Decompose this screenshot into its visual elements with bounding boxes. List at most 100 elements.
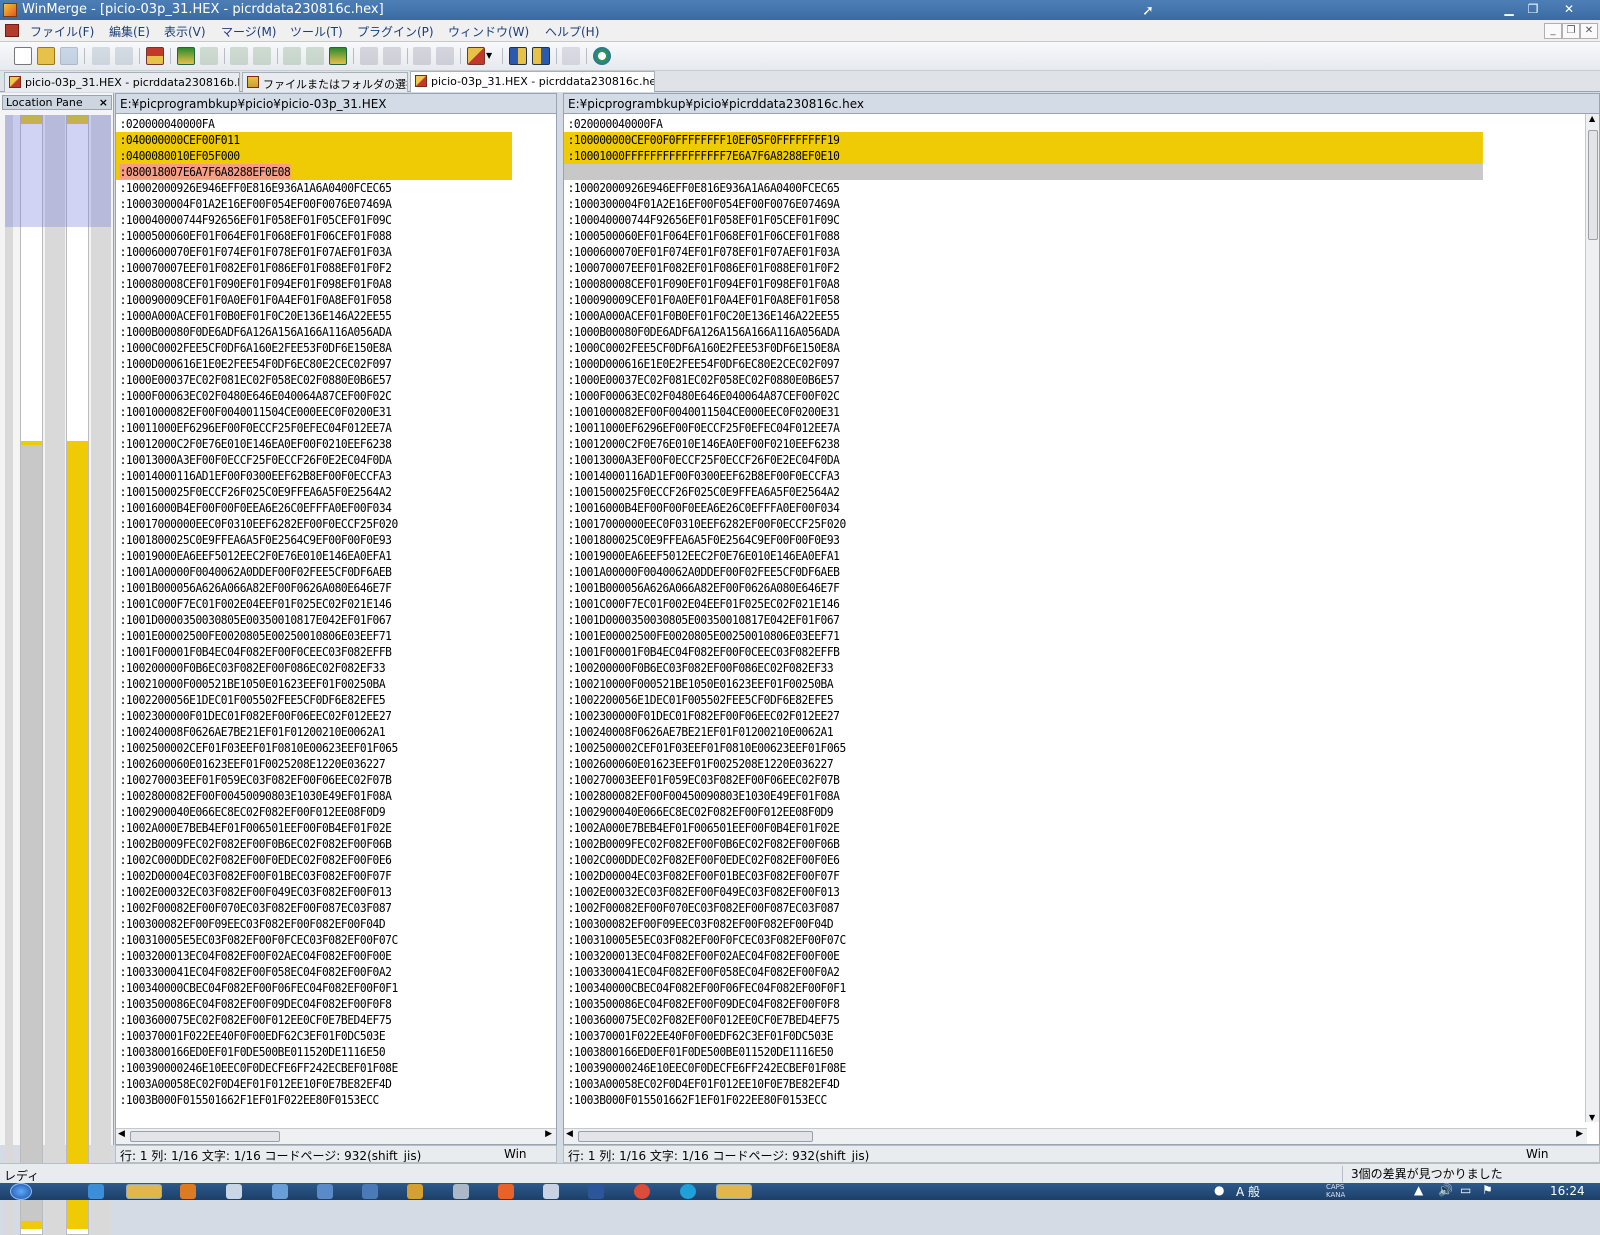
location-bar-left[interactable] <box>20 115 43 1235</box>
text-line[interactable]: :10016000B4EF00F00F0EEA6E26C0EFFFA0EF00F… <box>116 500 512 516</box>
menu-view[interactable]: 表示(V) <box>164 23 206 40</box>
text-line[interactable]: :10013000A3EF00F0ECCF25F0ECCF26F0E2EC04F… <box>564 452 1483 468</box>
options-dropdown-icon[interactable]: ▼ <box>486 47 496 65</box>
text-line[interactable]: :1000600070EF01F074EF01F078EF01F07AEF01F… <box>116 244 512 260</box>
text-line[interactable]: :1002C000DDEC02F082EF00F0EDEC02F082EF00F… <box>564 852 1483 868</box>
text-line[interactable]: :1002300000F01DEC01F082EF00F06EEC02F012E… <box>116 708 512 724</box>
text-line[interactable]: :1002B0009FEC02F082EF00F0B6EC02F082EF00F… <box>564 836 1483 852</box>
ie-icon[interactable] <box>88 1184 104 1199</box>
text-line[interactable]: :1000B00080F0DE6ADF6A126A156A166A116A056… <box>564 324 1483 340</box>
text-line[interactable]: :1000A000ACEF01F0B0EF01F0C20E136E146A22E… <box>116 308 512 324</box>
text-line[interactable]: :100270003EEF01F059EC03F082EF00F06EEC02F… <box>116 772 512 788</box>
text-line[interactable]: :10011000EF6296EF00F0ECCF25F0EFEC04F012E… <box>564 420 1483 436</box>
menu-window[interactable]: ウィンドウ(W) <box>448 23 529 40</box>
copy-left-icon[interactable] <box>383 47 401 65</box>
text-line[interactable]: :10011000EF6296EF00F0ECCF25F0EFEC04F012E… <box>116 420 512 436</box>
text-line[interactable]: :100080008CEF01F090EF01F094EF01F098EF01F… <box>564 276 1483 292</box>
text-line[interactable]: :1003500086EC04F082EF00F09DEC04F082EF00F… <box>564 996 1483 1012</box>
text-line[interactable]: :1003600075EC02F082EF00F012EE0CF0E7BED4E… <box>116 1012 512 1028</box>
text-line[interactable]: :1000300004F01A2E16EF00F054EF00F0076E074… <box>116 196 512 212</box>
text-line[interactable]: :1000E00037EC02F081EC02F058EC02F0880E0B6… <box>564 372 1483 388</box>
right-horizontal-scrollbar[interactable]: ◀ ▶ <box>564 1128 1587 1144</box>
text-line[interactable]: :1002600060E01623EEF01F0025208E1220E0362… <box>116 756 512 772</box>
first-diff-icon[interactable] <box>230 47 248 65</box>
text-line[interactable]: :1000F00063EC02F0480E646E040064A87CEF00F… <box>564 388 1483 404</box>
text-line[interactable]: :1002600060E01623EEF01F0025208E1220E0362… <box>564 756 1483 772</box>
text-line[interactable]: :1002900040E066EC8EC02F082EF00F012EE08F0… <box>564 804 1483 820</box>
text-line[interactable]: :040000000CEF00F011 <box>116 132 512 148</box>
scroll-left-icon[interactable]: ◀ <box>566 1129 573 1139</box>
text-line[interactable]: :1002500002CEF01F03EEF01F0810E00623EEF01… <box>564 740 1483 756</box>
control-panel-icon[interactable] <box>272 1184 288 1199</box>
text-line[interactable]: :100040000744F92656EF01F058EF01F05CEF01F… <box>116 212 512 228</box>
text-line[interactable]: :080018007E6A7F6A8288EF0E08 <box>116 164 512 180</box>
show-hidden-icons[interactable]: ▲ <box>1414 1183 1423 1197</box>
text-line[interactable]: :1002F00082EF00F070EC03F082EF00F087EC03F… <box>564 900 1483 916</box>
text-line[interactable]: :1002A000E7BEB4EF01F006501EEF00F0B4EF01F… <box>564 820 1483 836</box>
text-line[interactable]: :1001A00000F0040062A0DDEF00F02FEE5CF0DF6… <box>116 564 512 580</box>
copy-right-advance-icon[interactable] <box>413 47 431 65</box>
text-line[interactable]: :1000500060EF01F064EF01F068EF01F06CEF01F… <box>116 228 512 244</box>
text-line[interactable]: :1002800082EF00F00450090803E1030E49EF01F… <box>116 788 512 804</box>
last-diff-icon[interactable] <box>283 47 301 65</box>
text-line[interactable]: :1003300041EC04F082EF00F058EC04F082EF00F… <box>116 964 512 980</box>
menu-help[interactable]: ヘルプ(H) <box>545 23 599 40</box>
text-line[interactable]: :100090009CEF01F0A0EF01F0A4EF01F0A8EF01F… <box>116 292 512 308</box>
explorer-icon[interactable] <box>126 1184 162 1199</box>
left-file-pane[interactable]: E:¥picprogrambkup¥picio¥picio-03p_31.HEX… <box>115 93 557 1145</box>
text-line[interactable]: :100070007EEF01F082EF01F086EF01F088EF01F… <box>116 260 512 276</box>
undo-icon[interactable] <box>92 47 110 65</box>
text-line[interactable]: :1000300004F01A2E16EF00F054EF00F0076E074… <box>564 196 1483 212</box>
app-icon[interactable] <box>407 1184 423 1199</box>
text-line[interactable]: :100390000246E10EEC0F0DECFE6FF242ECBEF01… <box>564 1060 1483 1076</box>
text-line[interactable]: :1002E00032EC03F082EF00F049EC03F082EF00F… <box>564 884 1483 900</box>
copy-left-advance-icon[interactable] <box>436 47 454 65</box>
menu-plugins[interactable]: プラグイン(P) <box>357 23 434 40</box>
text-line[interactable]: :10002000926E946EFF0E816E936A1A6A0400FCE… <box>564 180 1483 196</box>
minimize-button[interactable]: ▁ <box>1498 0 1520 18</box>
text-line[interactable]: :100310005E5EC03F082EF00F0FCEC03F082EF00… <box>116 932 512 948</box>
text-line[interactable]: :1001F00001F0B4EC04F082EF00F0CEEC03F082E… <box>564 644 1483 660</box>
scroll-right-icon[interactable]: ▶ <box>1576 1129 1583 1139</box>
scroll-thumb[interactable] <box>1588 130 1598 240</box>
compare-icon[interactable] <box>562 47 580 65</box>
open-left-icon[interactable] <box>509 47 527 65</box>
text-line[interactable]: :1000C0002FEE5CF0DF6A160E2FEE53F0DF6E150… <box>116 340 512 356</box>
text-line[interactable]: :1003A00058EC02F0D4EF01F012EE10F0E7BE82E… <box>564 1076 1483 1092</box>
text-line[interactable]: :1003A00058EC02F0D4EF01F012EE10F0E7BE82E… <box>116 1076 512 1092</box>
app-icon[interactable] <box>453 1184 469 1199</box>
volume-icon[interactable]: 🔊 <box>1438 1183 1453 1197</box>
text-line[interactable]: :10017000000EEC0F0310EEF6282EF00F0ECCF25… <box>116 516 512 532</box>
text-line[interactable]: :1001000082EF00F0040011504CE000EEC0F0200… <box>116 404 512 420</box>
text-line[interactable]: :10012000C2F0E76E010E146EA0EF00F0210EEF6… <box>116 436 512 452</box>
visible-area-marker[interactable] <box>5 115 111 227</box>
firefox-icon[interactable] <box>498 1184 514 1199</box>
text-line[interactable]: :1000B00080F0DE6ADF6A126A156A166A116A056… <box>116 324 512 340</box>
app-icon[interactable] <box>543 1184 559 1199</box>
close-window-button[interactable]: ✕ <box>1558 0 1580 18</box>
text-line[interactable]: :1003500086EC04F082EF00F09DEC04F082EF00F… <box>116 996 512 1012</box>
mdi-restore-button[interactable]: ❐ <box>1562 23 1580 39</box>
text-line[interactable]: :10013000A3EF00F0ECCF25F0ECCF26F0E2EC04F… <box>116 452 512 468</box>
text-line[interactable]: :0400080010EF05F000 <box>116 148 512 164</box>
ime-icon[interactable]: ● <box>1214 1183 1224 1197</box>
text-line[interactable]: :10012000C2F0E76E010E146EA0EF00F0210EEF6… <box>564 436 1483 452</box>
winmerge-taskbar-icon[interactable] <box>716 1184 752 1199</box>
text-line[interactable]: :100240008F0626AE7BE21EF01F01200210E0062… <box>564 724 1483 740</box>
text-line[interactable]: :1002800082EF00F00450090803E1030E49EF01F… <box>564 788 1483 804</box>
text-line[interactable]: :1001D0000350030805E00350010817E042EF01F… <box>116 612 512 628</box>
text-line[interactable]: :1003300041EC04F082EF00F058EC04F082EF00F… <box>564 964 1483 980</box>
scroll-up-icon[interactable]: ▲ <box>1589 114 1595 123</box>
text-line[interactable]: :1001800025C0E9FFEA6A5F0E2564C9EF00F00F0… <box>564 532 1483 548</box>
scroll-down-icon[interactable]: ▼ <box>1589 1113 1595 1122</box>
text-line[interactable]: :1001C000F7EC01F002E04EEF01F025EC02F021E… <box>564 596 1483 612</box>
text-line[interactable]: :100370001F022EE40F0F00EDF62C3EF01F0DC50… <box>564 1028 1483 1044</box>
right-text-lines[interactable]: :020000040000FA:100000000CEF00F0FFFFFFFF… <box>564 116 1585 1122</box>
text-line[interactable]: :100300082EF00F09EEC03F082EF00F082EF00F0… <box>116 916 512 932</box>
open-right-icon[interactable] <box>532 47 550 65</box>
redo-icon[interactable] <box>115 47 133 65</box>
text-line[interactable]: :1002200056E1DEC01F005502FEE5CF0DF6E82EF… <box>564 692 1483 708</box>
open-folder-icon[interactable] <box>37 47 55 65</box>
location-pane-close-icon[interactable]: × <box>99 96 108 109</box>
right-vertical-scrollbar[interactable]: ▲ ▼ <box>1585 114 1599 1122</box>
